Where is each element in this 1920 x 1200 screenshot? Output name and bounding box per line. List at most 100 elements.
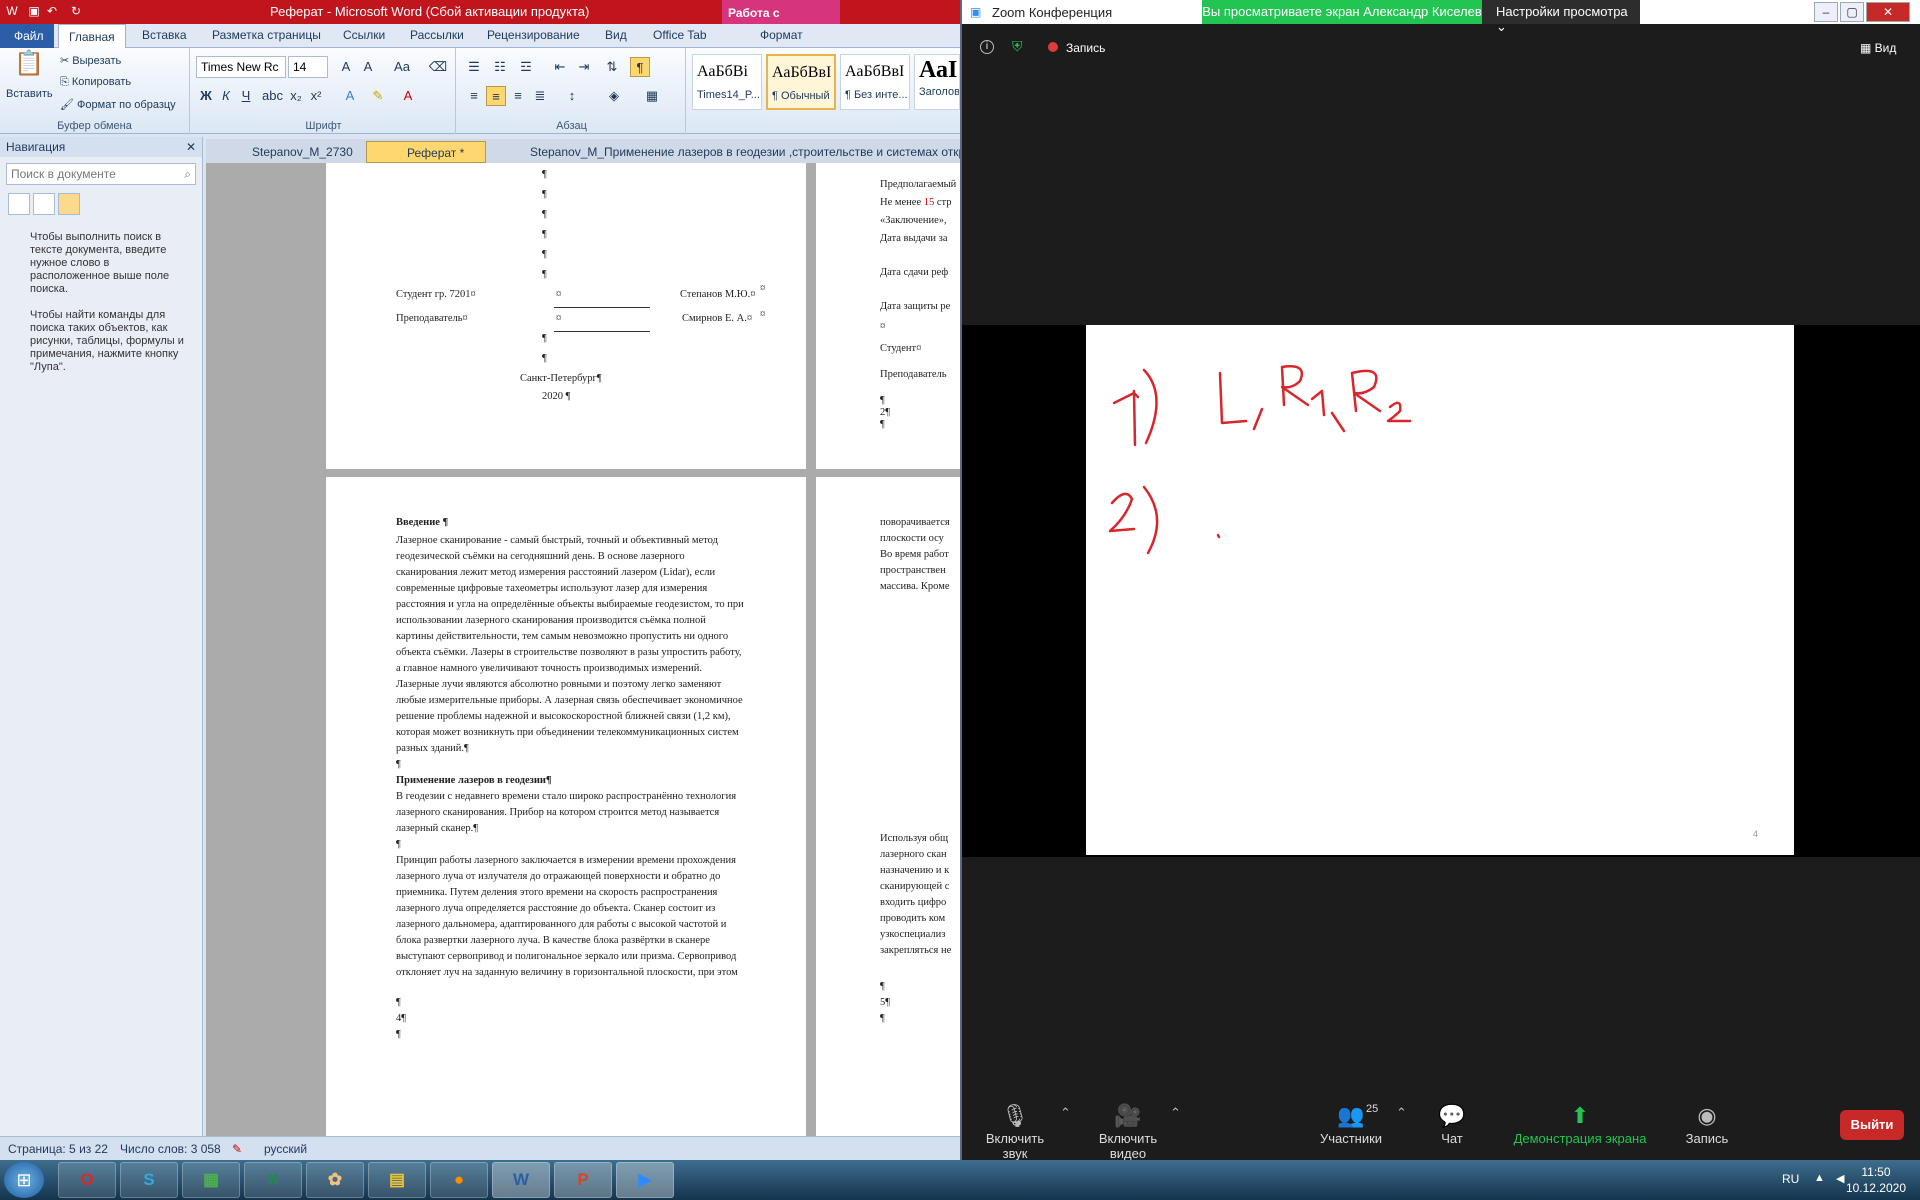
doc-tab-stepanov[interactable]: Stepanov_M_2730 — [212, 141, 362, 163]
clock[interactable]: 11:50 10.12.2020 — [1846, 1164, 1906, 1196]
start-video-button[interactable]: 🎥 Включить видео — [1082, 1103, 1174, 1161]
save-icon[interactable]: ▣ — [26, 4, 42, 20]
justify-icon[interactable]: ≣ — [530, 86, 550, 106]
unmute-button[interactable]: 🎙 Включить звук — [972, 1103, 1058, 1161]
skype-icon[interactable]: S — [120, 1162, 178, 1198]
powerpoint-icon[interactable]: P — [554, 1162, 612, 1198]
undo-icon[interactable]: ↶ — [44, 4, 60, 20]
proofing-icon[interactable]: ✎ — [232, 1142, 242, 1156]
shrink-font-icon[interactable]: A — [358, 57, 378, 77]
doc-tab-lasers[interactable]: Stepanov_M_Применение лазеров в геодезии… — [490, 141, 960, 163]
style-normal[interactable]: АаБбВвІ ¶ Обычный — [766, 54, 836, 110]
minimize-icon[interactable]: – — [1814, 2, 1838, 22]
tab-home[interactable]: Главная — [58, 24, 126, 49]
change-case-icon[interactable]: Aa — [392, 57, 412, 77]
grow-font-icon[interactable]: A — [336, 57, 356, 77]
tab-page-layout[interactable]: Разметка страницы — [212, 28, 321, 42]
tab-view[interactable]: Вид — [605, 28, 627, 42]
view-options-button[interactable]: Настройки просмотра ⌄ — [1482, 0, 1640, 34]
bold-icon[interactable]: Ж — [196, 86, 216, 106]
project-icon[interactable]: ▦ — [182, 1162, 240, 1198]
chevron-up-icon[interactable]: ⌃ — [1170, 1105, 1181, 1121]
tab-insert[interactable]: Вставка — [142, 28, 187, 42]
tab-mailings[interactable]: Рассылки — [410, 28, 464, 42]
volume-icon[interactable]: ◀ — [1836, 1172, 1844, 1185]
tab-file[interactable]: Файл — [0, 24, 54, 48]
chevron-up-icon[interactable]: ⌃ — [1396, 1105, 1407, 1121]
style-heading[interactable]: АаІ Заголов... — [914, 54, 960, 110]
format-painter-button[interactable]: 🖌 Формат по образцу — [60, 98, 176, 111]
shield-icon[interactable]: ⛨ — [1012, 38, 1023, 55]
shading-icon[interactable]: ◈ — [604, 86, 624, 106]
language[interactable]: русский — [264, 1142, 307, 1156]
start-button[interactable]: ⊞ — [4, 1162, 44, 1198]
document-search-input[interactable]: Поиск в документе ⌕ — [6, 163, 196, 185]
highlight-icon[interactable]: ✎ — [368, 86, 388, 106]
text-effects-icon[interactable]: A — [340, 86, 360, 106]
zoom-taskbar-icon[interactable]: ▶ — [616, 1162, 674, 1198]
close-icon[interactable]: ✕ — [186, 140, 196, 154]
increase-indent-icon[interactable]: ⇥ — [574, 57, 594, 77]
paste-button[interactable]: Вставить — [6, 88, 53, 100]
chevron-up-icon[interactable]: ⌃ — [1060, 1105, 1071, 1121]
numbering-icon[interactable]: ☷ — [490, 57, 510, 77]
tab-review[interactable]: Рецензирование — [487, 28, 580, 42]
font-name-select[interactable]: Times New Rc — [196, 56, 286, 78]
paint-icon[interactable]: ✿ — [306, 1162, 364, 1198]
style-times14[interactable]: АаБбВі Times14_P... — [692, 54, 762, 110]
headings-view-icon[interactable] — [8, 193, 30, 215]
italic-icon[interactable]: К — [216, 86, 236, 106]
tab-references[interactable]: Ссылки — [343, 28, 385, 42]
multilevel-list-icon[interactable]: ☲ — [516, 57, 536, 77]
underline-icon[interactable]: Ч — [236, 86, 256, 106]
opera-icon[interactable]: O — [58, 1162, 116, 1198]
excel-icon[interactable]: X — [244, 1162, 302, 1198]
tab-format[interactable]: Формат — [760, 28, 803, 42]
style-no-spacing[interactable]: АаБбВвІ ¶ Без инте... — [840, 54, 910, 110]
info-icon[interactable]: i — [980, 40, 994, 54]
decrease-indent-icon[interactable]: ⇤ — [550, 57, 570, 77]
copy-label: Копировать — [71, 76, 132, 88]
line-spacing-icon[interactable]: ↕ — [562, 86, 582, 106]
close-icon[interactable]: ✕ — [1866, 2, 1910, 22]
align-right-icon[interactable]: ≡ — [508, 86, 528, 106]
font-size-select[interactable]: 14 — [288, 56, 328, 78]
text-line: массива. Кроме — [880, 581, 950, 592]
pages-view-icon[interactable] — [33, 193, 55, 215]
sort-icon[interactable]: ⇅ — [602, 57, 622, 77]
explorer-icon[interactable]: ▤ — [368, 1162, 426, 1198]
cut-button[interactable]: ✂ Вырезать — [60, 54, 121, 67]
tray-arrow-icon[interactable]: ▲ — [1814, 1172, 1825, 1184]
paste-icon[interactable]: 📋 — [14, 52, 44, 84]
maximize-icon[interactable]: ▢ — [1840, 2, 1864, 22]
doc-tab-referat[interactable]: Реферат * — [366, 141, 486, 163]
leave-button[interactable]: Выйти — [1840, 1110, 1904, 1140]
share-screen-button[interactable]: ⬆ Демонстрация экрана — [1500, 1103, 1660, 1146]
firefox-icon[interactable]: ● — [430, 1162, 488, 1198]
word-count[interactable]: Число слов: 3 058 — [120, 1142, 221, 1156]
results-view-icon[interactable] — [58, 193, 80, 215]
page-count[interactable]: Страница: 5 из 22 — [8, 1142, 108, 1156]
redo-icon[interactable]: ↻ — [68, 4, 84, 20]
align-left-icon[interactable]: ≡ — [464, 86, 484, 106]
show-marks-icon[interactable]: ¶ — [630, 57, 650, 77]
font-color-icon[interactable]: A — [398, 86, 418, 106]
clear-format-icon[interactable]: ⌫ — [428, 57, 448, 77]
language-indicator[interactable]: RU — [1782, 1172, 1799, 1186]
subscript-icon[interactable]: x₂ — [286, 86, 306, 106]
view-button[interactable]: ▦ Вид — [1860, 41, 1896, 55]
chat-button[interactable]: 💬 Чат — [1432, 1103, 1472, 1146]
strikethrough-icon[interactable]: abc — [262, 86, 283, 106]
borders-icon[interactable]: ▦ — [642, 86, 662, 106]
superscript-icon[interactable]: x² — [306, 86, 326, 106]
copy-button[interactable]: ⎘ Копировать — [60, 76, 131, 89]
word-taskbar-icon[interactable]: W — [492, 1162, 550, 1198]
whiteboard[interactable]: 4 — [1086, 325, 1794, 855]
align-center-icon[interactable]: ≡ — [486, 86, 506, 106]
text-line: лазерного луча от излучателя до отражающ… — [396, 871, 721, 882]
bullets-icon[interactable]: ☰ — [464, 57, 484, 77]
search-icon[interactable]: ⌕ — [184, 167, 191, 182]
tab-office-tab[interactable]: Office Tab — [653, 28, 707, 42]
document-area[interactable]: ¶ ¶ ¶ ¶ ¶ ¶ Студент гр. 7201¤ ¤ Степанов… — [206, 163, 960, 1136]
record-button[interactable]: ◉ Запись — [1682, 1103, 1732, 1146]
